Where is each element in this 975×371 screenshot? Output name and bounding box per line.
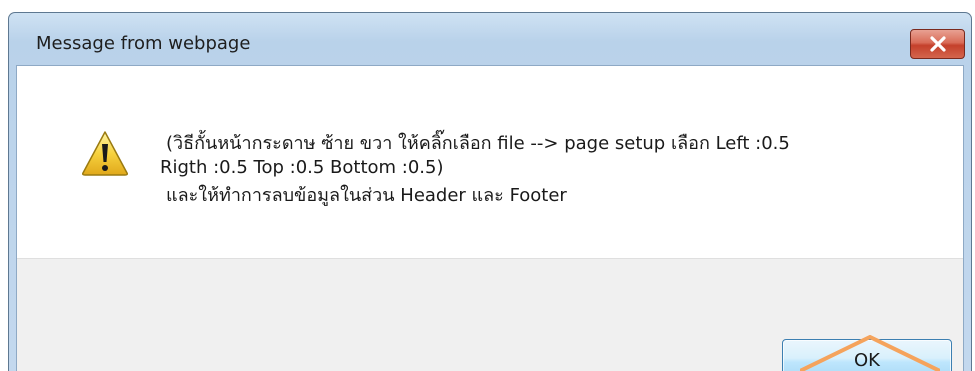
- screen: Message from webpage (วิธีกั้นหน้ากระดาษ…: [0, 0, 975, 371]
- ok-button[interactable]: OK: [782, 339, 952, 371]
- message-text: (วิธีกั้นหน้ากระดาษ ซ้าย ขวา ให้คลิ๊กเลื…: [160, 132, 940, 208]
- message-line-2: Rigth :0.5 Top :0.5 Bottom :0.5): [160, 157, 444, 178]
- message-line-3: และให้ทำการลบข้อมูลในส่วน Header และ Foo…: [166, 185, 567, 206]
- message-dialog: Message from webpage (วิธีกั้นหน้ากระดาษ…: [8, 12, 972, 371]
- message-line-1: (วิธีกั้นหน้ากระดาษ ซ้าย ขวา ให้คลิ๊กเลื…: [166, 133, 790, 154]
- dialog-client-area: (วิธีกั้นหน้ากระดาษ ซ้าย ขวา ให้คลิ๊กเลื…: [16, 65, 964, 371]
- close-x-icon: [929, 36, 946, 52]
- dialog-titlebar[interactable]: Message from webpage: [9, 13, 971, 65]
- message-area: (วิธีกั้นหน้ากระดาษ ซ้าย ขวา ให้คลิ๊กเลื…: [17, 66, 963, 258]
- button-bar: OK: [17, 258, 963, 371]
- close-button[interactable]: [910, 29, 965, 59]
- dialog-title: Message from webpage: [36, 33, 251, 54]
- warning-icon: [82, 131, 128, 176]
